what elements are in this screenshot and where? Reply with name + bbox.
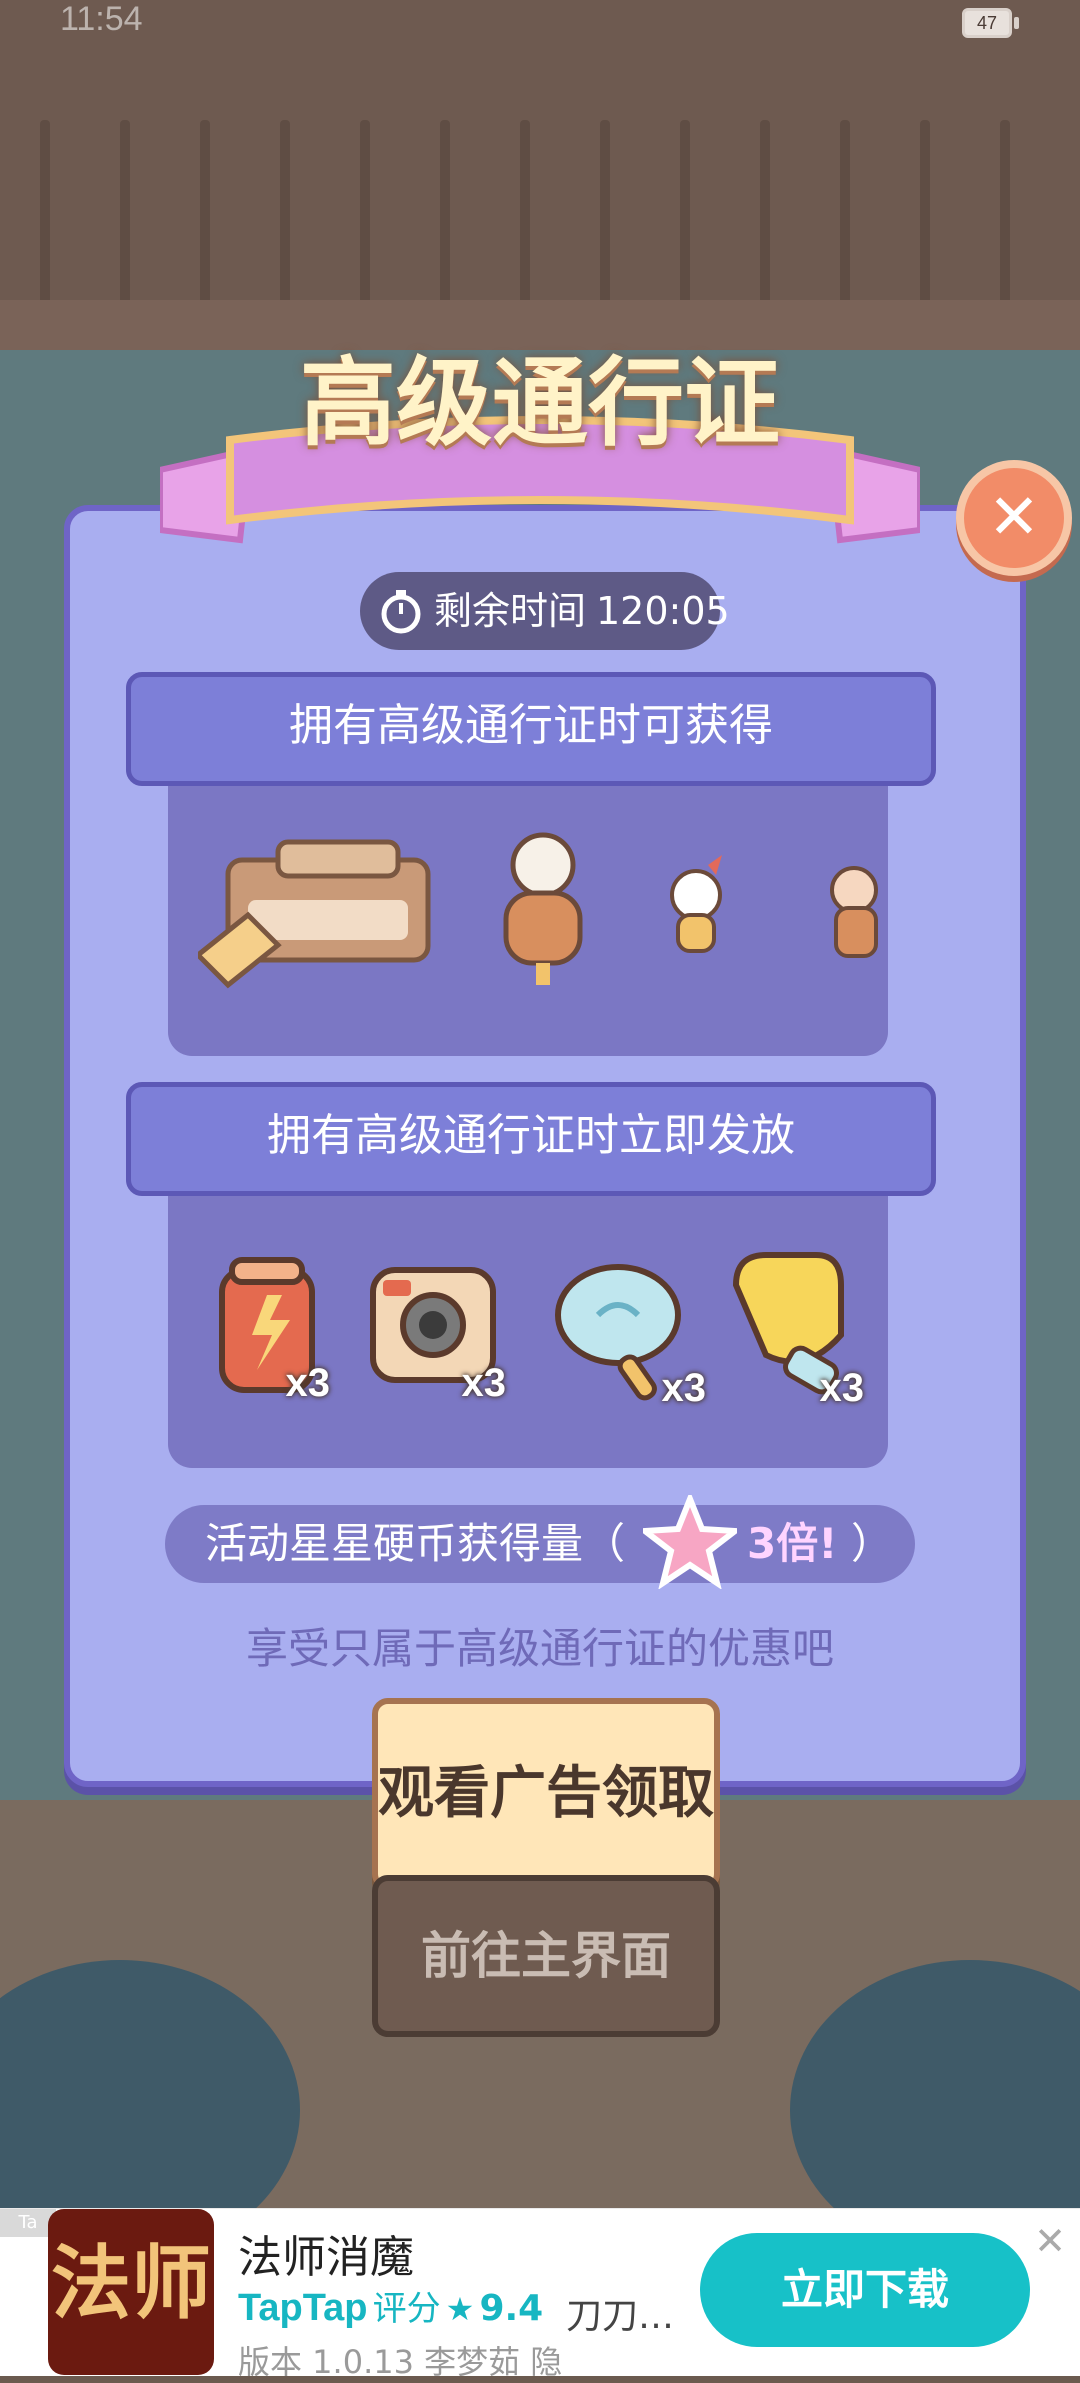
camera-item: x3 — [368, 1250, 506, 1405]
status-bar: 11:54 47 — [0, 0, 1080, 48]
timer-label: 剩余时间 — [434, 589, 587, 633]
item-count: x3 — [461, 1361, 507, 1405]
wall-plank — [280, 120, 290, 310]
bear-figure-icon — [830, 866, 878, 958]
item-count: x3 — [819, 1366, 865, 1410]
section-title-unlockable: 拥有高级通行证时可获得 — [289, 700, 773, 751]
score-value: 9.4 — [479, 2288, 544, 2329]
section-banner-unlockable: 拥有高级通行证时可获得 — [126, 672, 936, 786]
ad-tagline: 刀刀… — [566, 2296, 675, 2337]
bonus-close-paren: ） — [851, 1519, 894, 1568]
wall-plank — [840, 120, 850, 310]
wall-plank — [760, 120, 770, 310]
watch-ad-claim-button[interactable]: 观看广告领取 — [372, 1698, 720, 1890]
score-label: 评分 — [372, 2289, 441, 2329]
go-main-screen-label: 前往主界面 — [421, 1927, 671, 1985]
ad-rating: TapTap 评分 ★ 9.4 — [238, 2281, 543, 2331]
battery-icon: 47 — [962, 8, 1019, 38]
status-time: 11:54 — [60, 0, 143, 38]
wall-plank — [680, 120, 690, 310]
wall-plank — [440, 120, 450, 310]
hint-text: 享受只属于高级通行证的优惠吧 — [245, 1624, 834, 1673]
wall-plank — [1000, 120, 1010, 310]
timer-value: 120:05 — [596, 589, 730, 633]
dialog-title: 高级通行证 — [300, 347, 780, 459]
wall-plank — [200, 120, 210, 310]
wall-plank — [520, 120, 530, 310]
section-banner-instant: 拥有高级通行证时立即发放 — [126, 1082, 936, 1196]
bonus-text: 活动星星硬币获得量（ — [205, 1519, 626, 1568]
item-count: x3 — [661, 1366, 707, 1410]
ad-app-icon-text: 法师 — [51, 2237, 211, 2330]
wall-plank — [360, 120, 370, 310]
stopwatch-icon — [381, 590, 421, 634]
ad-banner[interactable]: Ta 法师 法师消魔 TapTap 评分 ★ 9.4 刀刀… 版本 1.0.13… — [0, 2208, 1080, 2381]
wall-plank — [120, 120, 130, 310]
star-coin-bonus: 活动星星硬币获得量（ 3倍! ） — [165, 1495, 915, 1589]
glove-item: x3 — [716, 1245, 864, 1410]
section-title-instant: 拥有高级通行证时立即发放 — [267, 1110, 795, 1161]
close-icon[interactable]: ✕ — [1032, 2222, 1068, 2260]
wall-plank — [40, 120, 50, 310]
bakery-counter-icon — [198, 839, 431, 989]
star-icon: ★ — [445, 2290, 475, 2328]
item-count: x3 — [285, 1361, 331, 1405]
wall-plank — [600, 120, 610, 310]
close-button[interactable]: ✕ — [956, 460, 1072, 576]
baker-sheep-icon — [503, 832, 583, 985]
ad-meta: 版本 1.0.13 李梦茹 隐 — [238, 2343, 563, 2381]
remaining-time: 剩余时间 120:05 — [360, 572, 730, 650]
go-main-screen-button[interactable]: 前往主界面 — [372, 1875, 720, 2037]
battery-can-item: x3 — [212, 1250, 330, 1405]
ad-app-title[interactable]: 法师消魔 — [238, 2221, 414, 2285]
taptap-brand: TapTap — [238, 2287, 368, 2329]
download-button[interactable]: 立即下载 — [700, 2233, 1030, 2347]
ad-app-icon[interactable]: 法师 — [48, 2209, 214, 2375]
bonus-multiplier: 3倍! — [747, 1519, 838, 1568]
wall-plank — [920, 120, 930, 310]
close-icon[interactable]: ✕ — [988, 480, 1040, 553]
watch-ad-claim-label: 观看广告领取 — [378, 1761, 714, 1826]
cat-figure-icon — [670, 855, 722, 953]
fan-item: x3 — [548, 1255, 706, 1410]
star-coin-icon — [643, 1495, 737, 1589]
